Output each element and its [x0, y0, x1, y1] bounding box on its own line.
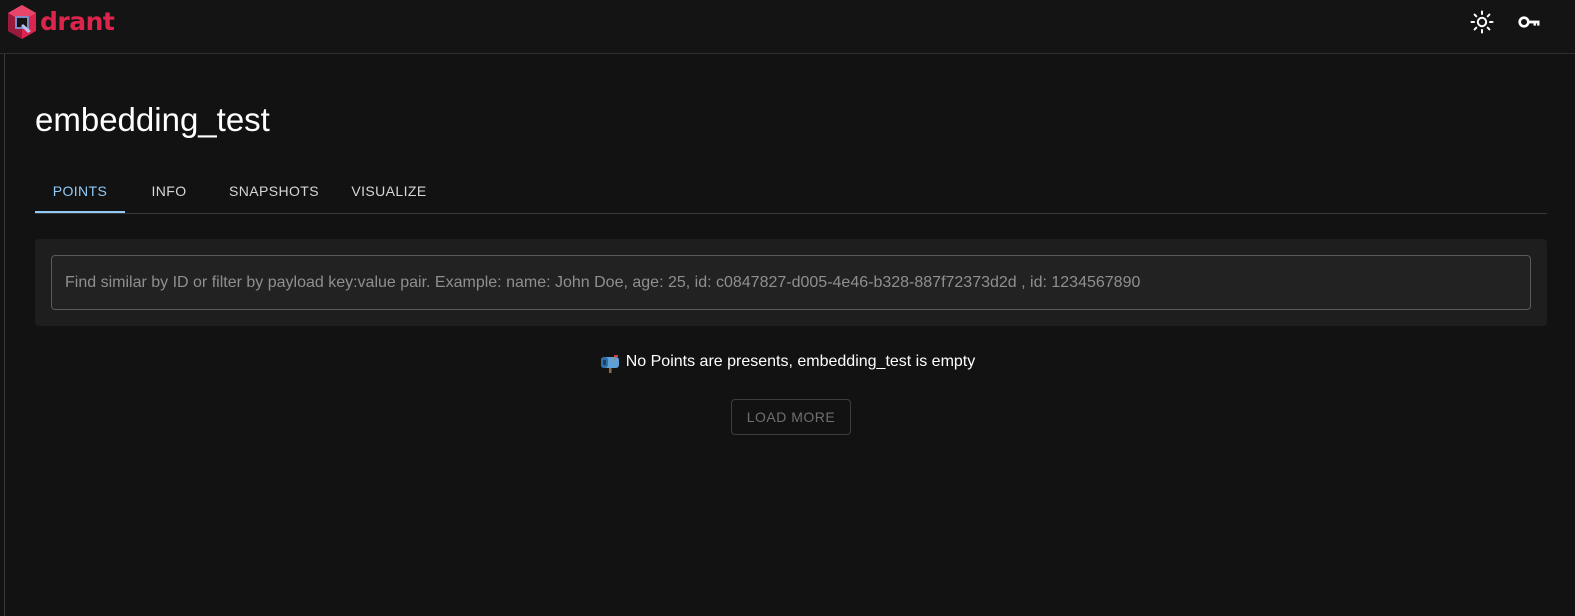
sun-icon: [1470, 10, 1494, 34]
tab-visualize[interactable]: VISUALIZE: [337, 168, 441, 213]
page-title: embedding_test: [35, 101, 270, 138]
theme-toggle-button[interactable]: [1468, 8, 1496, 36]
empty-state-message: No Points are presents, embedding_test i…: [0, 350, 1575, 374]
active-tab-indicator: [35, 211, 125, 213]
search-input[interactable]: [51, 255, 1531, 310]
key-icon: [1518, 16, 1540, 28]
tab-points[interactable]: POINTS: [35, 168, 125, 213]
search-panel: [35, 239, 1547, 326]
mailbox-icon: [600, 355, 619, 373]
top-app-bar: drant: [0, 0, 1575, 54]
qdrant-logo[interactable]: drant: [6, 4, 115, 40]
qdrant-logo-icon: [8, 5, 36, 39]
collection-tabs: POINTS INFO SNAPSHOTS VISUALIZE: [35, 168, 1547, 214]
tab-label: VISUALIZE: [351, 182, 427, 199]
load-more-button[interactable]: LOAD MORE: [731, 399, 851, 435]
api-key-button[interactable]: [1515, 8, 1543, 36]
empty-state-text: No Points are presents, embedding_test i…: [625, 353, 976, 370]
tab-label: SNAPSHOTS: [229, 182, 319, 199]
sidebar-edge: [4, 54, 5, 616]
tab-info[interactable]: INFO: [125, 168, 213, 213]
logo-wordmark: drant: [40, 7, 115, 36]
tab-label: POINTS: [52, 182, 108, 199]
tab-snapshots[interactable]: SNAPSHOTS: [217, 168, 331, 213]
tab-label: INFO: [151, 182, 187, 199]
